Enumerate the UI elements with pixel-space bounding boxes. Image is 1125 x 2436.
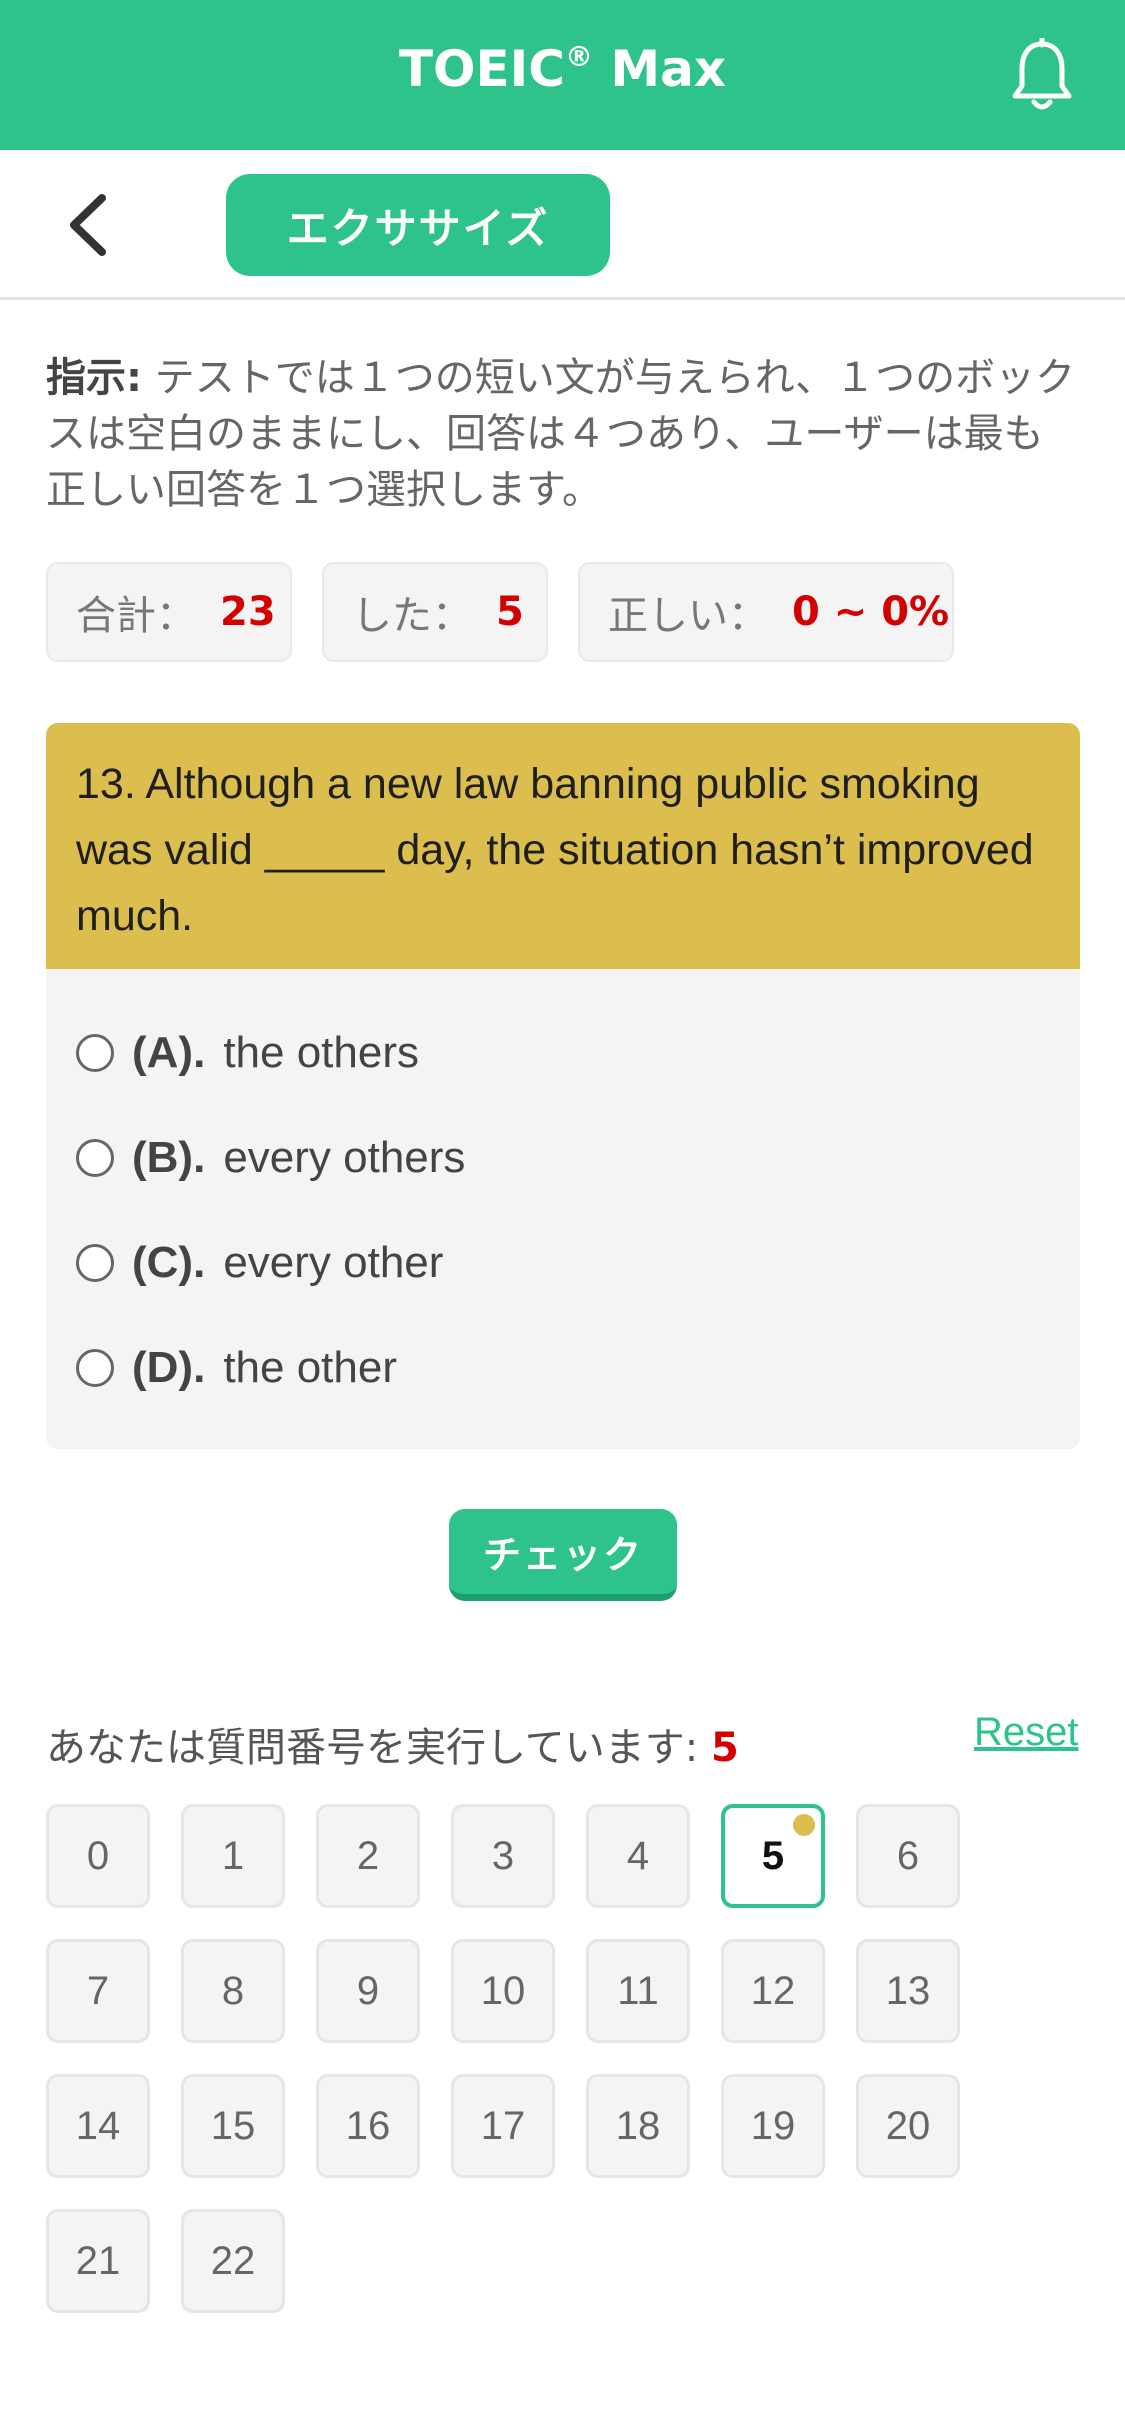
- stat-total: 合計： 23: [46, 562, 292, 662]
- current-indicator-dot: [793, 1814, 815, 1836]
- sub-header: エクササイズ: [0, 150, 1125, 300]
- question-number-label: 22: [210, 2238, 256, 2283]
- question-number-label: 19: [750, 2103, 796, 2148]
- chevron-left-icon[interactable]: [62, 192, 118, 258]
- stat-done: した： 5: [322, 562, 548, 662]
- option-key: (C).: [132, 1238, 206, 1287]
- question-number-label: 15: [210, 2103, 256, 2148]
- radio-button[interactable]: [76, 1034, 114, 1072]
- question-number-label: 4: [626, 1833, 650, 1878]
- question-number-10[interactable]: 10: [451, 1939, 555, 2043]
- question-number-label: 0: [86, 1833, 110, 1878]
- stat-correct-value: 0 ~ 0%: [792, 589, 950, 635]
- option-key: (B).: [132, 1133, 206, 1182]
- question-number-label: 10: [480, 1968, 526, 2013]
- question-number-19[interactable]: 19: [721, 2074, 825, 2178]
- question-number-14[interactable]: 14: [46, 2074, 150, 2178]
- instructions-text: テストでは１つの短い文が与えられ、１つのボックスは空白のままにし、回答は４つあり…: [46, 355, 1076, 513]
- question-number-label: 21: [75, 2238, 121, 2283]
- radio-button[interactable]: [76, 1139, 114, 1177]
- question-number-label: 11: [617, 1968, 659, 2013]
- instructions: 指示: テストでは１つの短い文が与えられ、１つのボックスは空白のままにし、回答は…: [46, 350, 1076, 518]
- question-number-15[interactable]: 15: [181, 2074, 285, 2178]
- question-number-label: 1: [221, 1833, 245, 1878]
- current-question-number: 5: [711, 1725, 739, 1771]
- stat-done-value: 5: [496, 589, 524, 635]
- stat-total-value: 23: [220, 589, 276, 635]
- question-number-20[interactable]: 20: [856, 2074, 960, 2178]
- option-a[interactable]: (A). the others: [76, 1023, 419, 1083]
- question-number-2[interactable]: 2: [316, 1804, 420, 1908]
- instructions-label: 指示:: [46, 355, 142, 401]
- question-number-label: 3: [491, 1833, 515, 1878]
- progress-label: あなたは質問番号を実行しています:: [46, 1725, 699, 1771]
- option-c[interactable]: (C). every other: [76, 1233, 443, 1293]
- exercise-mode-button[interactable]: エクササイズ: [226, 174, 610, 276]
- option-text: every others: [223, 1133, 466, 1182]
- question-number-label: 8: [221, 1968, 245, 2013]
- app-title-suffix: Max: [592, 40, 727, 98]
- reset-link[interactable]: Reset: [974, 1710, 1079, 1755]
- question-number-12[interactable]: 12: [721, 1939, 825, 2043]
- bell-icon[interactable]: [1010, 38, 1074, 114]
- question-number-21[interactable]: 21: [46, 2209, 150, 2313]
- question-number-16[interactable]: 16: [316, 2074, 420, 2178]
- question-number-label: 14: [75, 2103, 121, 2148]
- radio-button[interactable]: [76, 1244, 114, 1282]
- stat-correct-label: 正しい：: [608, 593, 768, 639]
- question-number-5[interactable]: 5: [721, 1804, 825, 1908]
- stat-total-label: 合計：: [76, 593, 196, 639]
- app-title-text: TOEIC: [398, 40, 565, 98]
- question-card: 13. Although a new law banning public sm…: [46, 723, 1080, 1449]
- question-number-label: 5: [761, 1833, 785, 1878]
- progress-status: あなたは質問番号を実行しています: 5: [46, 1715, 739, 1773]
- registered-mark: ®: [564, 40, 593, 73]
- option-text: the other: [223, 1343, 397, 1392]
- question-number-3[interactable]: 3: [451, 1804, 555, 1908]
- app-header: TOEIC® Max: [0, 0, 1125, 150]
- radio-button[interactable]: [76, 1349, 114, 1387]
- question-number-13[interactable]: 13: [856, 1939, 960, 2043]
- question-number-4[interactable]: 4: [586, 1804, 690, 1908]
- question-number-label: 18: [615, 2103, 661, 2148]
- question-number-18[interactable]: 18: [586, 2074, 690, 2178]
- question-number-11[interactable]: 11: [586, 1939, 690, 2043]
- option-b[interactable]: (B). every others: [76, 1128, 465, 1188]
- question-number-1[interactable]: 1: [181, 1804, 285, 1908]
- option-key: (A).: [132, 1028, 206, 1077]
- question-number-7[interactable]: 7: [46, 1939, 150, 2043]
- question-number-label: 16: [345, 2103, 391, 2148]
- question-number-8[interactable]: 8: [181, 1939, 285, 2043]
- option-text: the others: [223, 1028, 419, 1077]
- check-button[interactable]: チェック: [449, 1509, 677, 1601]
- question-number-label: 13: [885, 1968, 931, 2013]
- question-number-label: 7: [86, 1968, 110, 2013]
- stat-done-label: した：: [352, 593, 472, 639]
- question-number-label: 2: [356, 1833, 380, 1878]
- question-number-label: 9: [356, 1968, 380, 2013]
- option-text: every other: [223, 1238, 444, 1287]
- question-number-label: 20: [885, 2103, 931, 2148]
- question-number-17[interactable]: 17: [451, 2074, 555, 2178]
- question-number-label: 17: [480, 2103, 526, 2148]
- question-number-9[interactable]: 9: [316, 1939, 420, 2043]
- question-number-label: 6: [896, 1833, 920, 1878]
- question-number-6[interactable]: 6: [856, 1804, 960, 1908]
- question-number-0[interactable]: 0: [46, 1804, 150, 1908]
- app-title: TOEIC® Max: [0, 40, 1125, 98]
- option-key: (D).: [132, 1343, 206, 1392]
- question-number-label: 12: [750, 1968, 796, 2013]
- option-d[interactable]: (D). the other: [76, 1338, 397, 1398]
- stat-correct: 正しい： 0 ~ 0%: [578, 562, 954, 662]
- question-text: 13. Although a new law banning public sm…: [46, 723, 1080, 969]
- question-number-22[interactable]: 22: [181, 2209, 285, 2313]
